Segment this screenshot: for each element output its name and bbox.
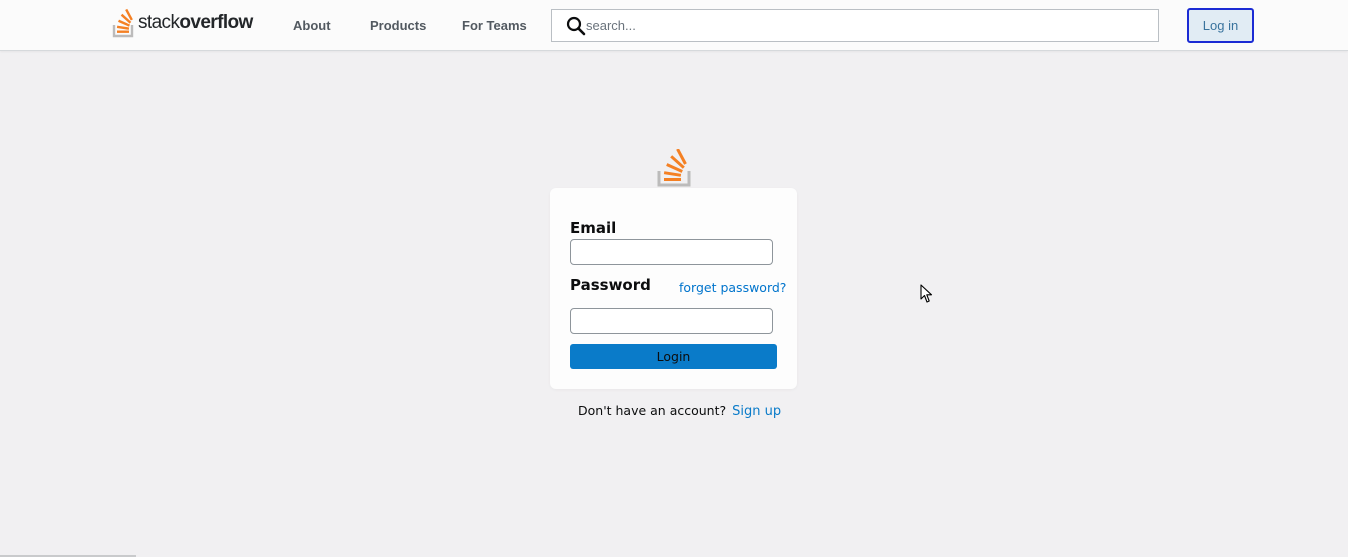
forgot-password-link[interactable]: forget password? (679, 280, 786, 295)
search-icon (566, 16, 586, 35)
login-submit-button[interactable]: Login (570, 344, 777, 369)
email-field[interactable] (570, 239, 773, 265)
login-card: Email Password forget password? Login (550, 188, 797, 389)
signup-prompt-text: Don't have an account? (578, 403, 727, 418)
signup-link[interactable]: Sign up (732, 404, 781, 419)
search-box[interactable] (551, 9, 1159, 42)
header-login-button[interactable]: Log in (1187, 8, 1254, 43)
password-field[interactable] (570, 308, 773, 334)
signup-prompt-row: Don't have an account? Sign up (578, 403, 781, 419)
nav-for-teams-link[interactable]: For Teams (462, 18, 527, 33)
stack-overflow-logo-icon (112, 8, 134, 38)
nav-products-link[interactable]: Products (370, 18, 426, 33)
logo-word-stack: stack (138, 12, 180, 33)
email-label: Email (570, 219, 617, 237)
password-label: Password (570, 276, 651, 294)
mouse-pointer-icon (920, 284, 933, 303)
logo-word-overflow: overflow (179, 12, 253, 33)
search-input[interactable] (586, 10, 1146, 41)
site-logo[interactable]: stackoverflow (112, 8, 253, 38)
top-navigation-bar: stackoverflow About Products For Teams L… (0, 0, 1348, 51)
stack-overflow-logo-icon (657, 149, 691, 187)
logo-wordmark: stackoverflow (138, 12, 253, 34)
nav-about-link[interactable]: About (293, 18, 331, 33)
